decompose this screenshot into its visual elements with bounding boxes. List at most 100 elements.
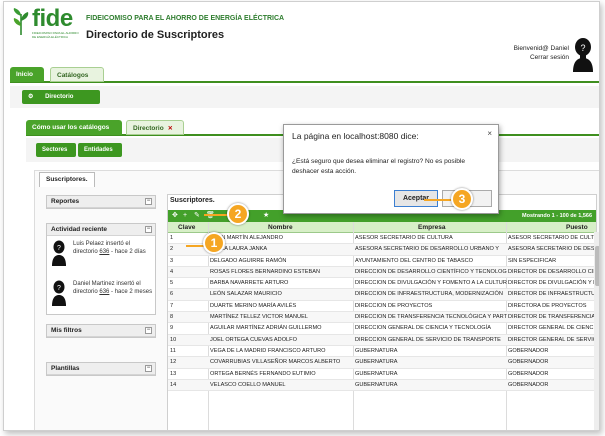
cell-puesto: DIRECTOR GENERAL DE CIENCIA Y TECNOLOGÍA	[508, 325, 597, 332]
grid-body: 1 LEÓN MARTÍN ALEJANDRO ASESOR SECRETARIO …	[168, 233, 597, 392]
callout-connector	[424, 199, 454, 201]
table-row[interactable]: 4 ROSAS FLORES BERNARDINO ESTEBAN DIRECCIO…	[168, 266, 596, 279]
plantillas-title: Plantillas	[51, 365, 80, 372]
favorite-icon[interactable]: ★	[263, 211, 269, 221]
svg-text:?: ?	[57, 245, 61, 252]
logo-text: fide	[32, 5, 73, 32]
close-icon[interactable]: ×	[487, 129, 492, 138]
tab-directorio[interactable]: Directorio ✕	[126, 120, 184, 135]
col-puesto[interactable]: Puesto	[566, 222, 588, 233]
callout-1: 1	[203, 232, 225, 254]
cell-nombre: VEGA DE LA MADRID FRANCISCO ARTURO	[210, 347, 326, 354]
edit-icon[interactable]: ✎	[194, 211, 200, 221]
row-number: 7	[170, 302, 174, 309]
actividad-title: Actividad reciente	[51, 226, 107, 233]
catalog-subnav: ⚙ Directorio	[10, 86, 599, 108]
cell-empresa: ASESORA SECRETARIO DE DESARROLLO URBANO …	[355, 246, 500, 253]
table-row[interactable]: 2 PAULA LAURA JANKA ASESORA SECRETARIO DE …	[168, 244, 596, 256]
row-number: 6	[170, 291, 174, 298]
dialog-title: La página en localhost:8080 dice:	[292, 131, 419, 141]
tab-catalogos[interactable]: Catálogos	[50, 67, 104, 82]
activity-item: ? Daniel Martinez insertó el directorio …	[47, 276, 155, 316]
table-row[interactable]: 14 VELASCO COELLO MANUEL GUBERNATURA GOBERN…	[168, 379, 596, 392]
app-window: fide FIDEICOMISO PARA EL AHORRO DE ENERG…	[3, 1, 600, 431]
row-number: 9	[170, 325, 174, 332]
activity-link[interactable]: 636	[99, 289, 109, 295]
row-number: 14	[170, 381, 177, 388]
dialog-message: ¿Está seguro que desea eliminar el regis…	[292, 158, 465, 175]
logout-link[interactable]: Cerrar sesión	[530, 54, 569, 61]
logo-subtext: FIDEICOMISO PARA EL AHORRO DE ENERGÍA EL…	[32, 31, 79, 39]
col-nombre[interactable]: Nombre	[268, 222, 293, 233]
subscribers-grid: Suscriptores. ✥ + ✎ 🗑 ★ Mostrando 1 - 10…	[167, 194, 597, 430]
cell-puesto: GOBERNADOR	[508, 370, 549, 377]
table-row[interactable]: 11 VEGA DE LA MADRID FRANCISCO ARTURO GUBE…	[168, 346, 596, 358]
tab-inicio[interactable]: Inicio	[10, 67, 44, 82]
activity-time: - hace 2 meses	[111, 289, 153, 295]
tab-directorio-label: Directorio	[133, 125, 164, 132]
directorio-nav-label: Directorio	[45, 94, 74, 100]
row-number: 8	[170, 314, 174, 321]
filtros-header[interactable]: Mis filtros −	[47, 325, 155, 337]
row-number: 12	[170, 359, 177, 366]
activity-link[interactable]: 636	[99, 249, 109, 255]
entidades-button[interactable]: Entidades	[78, 143, 122, 157]
cell-nombre: MARTÍNEZ TELLEZ VICTOR MANUEL	[210, 314, 308, 321]
table-row[interactable]: 10 JOEL ORTEGA CUEVAS ADOLFO DIRECCION GEN…	[168, 334, 596, 346]
close-icon[interactable]: ✕	[168, 126, 173, 132]
table-row[interactable]: 5 BARBA NAVARRETE ARTURO DIRECCION DE DIVU…	[168, 278, 596, 290]
cell-empresa: GUBERNATURA	[355, 370, 398, 377]
cell-puesto: DIRECTOR GENERAL DE SERVICIO DE	[508, 336, 596, 343]
reportes-title: Reportes	[51, 198, 80, 205]
cell-empresa: DIRECCION DE PROYECTOS	[355, 302, 433, 309]
col-empresa[interactable]: Empresa	[418, 222, 445, 233]
actividad-header[interactable]: Actividad reciente −	[47, 224, 155, 236]
table-row[interactable]: 6 LEÓN SALAZAR MAURICIO DIRECCION DE INFRA…	[168, 289, 596, 301]
filtros-box: Mis filtros −	[46, 324, 156, 338]
table-row[interactable]: 8 MARTÍNEZ TELLEZ VICTOR MANUEL DIRECCION …	[168, 312, 596, 324]
page-title: Directorio de Suscriptores	[86, 29, 225, 41]
collapse-icon[interactable]: −	[145, 226, 152, 233]
row-number: 11	[170, 347, 176, 354]
table-row[interactable]: 13 ORTEGA BERNÉS FERNANDO EUTIMIO GUBERNAT…	[168, 369, 596, 380]
callout-connector	[204, 214, 228, 216]
plantillas-box: Plantillas −	[46, 362, 156, 376]
collapse-icon[interactable]: −	[145, 365, 152, 372]
cell-puesto: DIRECTORA DE PROYECTOS	[508, 302, 587, 309]
cell-nombre: BARBA NAVARRETE ARTURO	[210, 280, 289, 287]
cell-nombre: ROSAS FLORES BERNARDINO ESTEBAN	[210, 268, 321, 275]
cell-puesto: DIRECTOR DE TRANSFERENCIA TECNOLÓGICA	[508, 314, 596, 321]
sectores-button[interactable]: Sectores	[36, 143, 76, 157]
col-clave[interactable]: Clave	[178, 222, 195, 233]
cell-nombre: JOEL ORTEGA CUEVAS ADOLFO	[210, 336, 297, 343]
collapse-icon[interactable]: −	[145, 327, 152, 334]
cell-empresa: GUBERNATURA	[355, 359, 398, 366]
table-row[interactable]: 3 DELGADO AGUIRRE RAMÓN AYUNTAMIENTO DEL C…	[168, 256, 596, 267]
table-row[interactable]: 12 COVARRUBIAS VILLASEÑOR MARCOS ALBERTO G…	[168, 357, 596, 369]
reportes-header[interactable]: Reportes −	[47, 196, 155, 208]
directorio-nav-button[interactable]: ⚙ Directorio	[22, 90, 100, 104]
row-number: 2	[170, 246, 174, 253]
pagination-status: Mostrando 1 - 100 de 1,566	[522, 213, 592, 219]
scroll-thumb[interactable]	[595, 246, 599, 286]
cell-empresa: DIRECCION GENERAL DE CIENCIA Y TECNOLOGÍ…	[355, 325, 491, 332]
tab-como-usar[interactable]: Cómo usar los catálogos	[26, 120, 122, 135]
add-icon[interactable]: +	[183, 211, 187, 221]
cell-puesto: SIN ESPECIFICAR	[508, 257, 557, 264]
plantillas-header[interactable]: Plantillas −	[47, 363, 155, 375]
grid-scrollbar[interactable]	[594, 232, 599, 430]
main-nav: Inicio Catálogos	[10, 67, 599, 83]
settings-icon[interactable]: ✥	[172, 211, 178, 221]
grid-title: Suscriptores.	[170, 197, 215, 204]
row-number: 3	[170, 257, 174, 264]
cell-puesto: GOBERNADOR	[508, 347, 549, 354]
actividad-box: Actividad reciente − ? Luis Pelaez inser…	[46, 223, 156, 315]
collapse-icon[interactable]: −	[145, 198, 152, 205]
delete-icon[interactable]: 🗑	[206, 211, 215, 221]
row-number: 5	[170, 280, 174, 287]
table-row[interactable]: 1 LEÓN MARTÍN ALEJANDRO ASESOR SECRETARIO …	[168, 233, 596, 245]
table-row[interactable]: 7 DUARTE MERINO MARÍA AVILÉS DIRECCION DE …	[168, 301, 596, 313]
tab-suscriptores[interactable]: Suscriptores.	[39, 172, 95, 187]
table-row[interactable]: 9 AGUILAR MARTÍNEZ ADRIÁN GUILLERMO DIRECC…	[168, 323, 597, 335]
activity-text: Luis Pelaez insertó el directorio 636 - …	[73, 240, 153, 256]
